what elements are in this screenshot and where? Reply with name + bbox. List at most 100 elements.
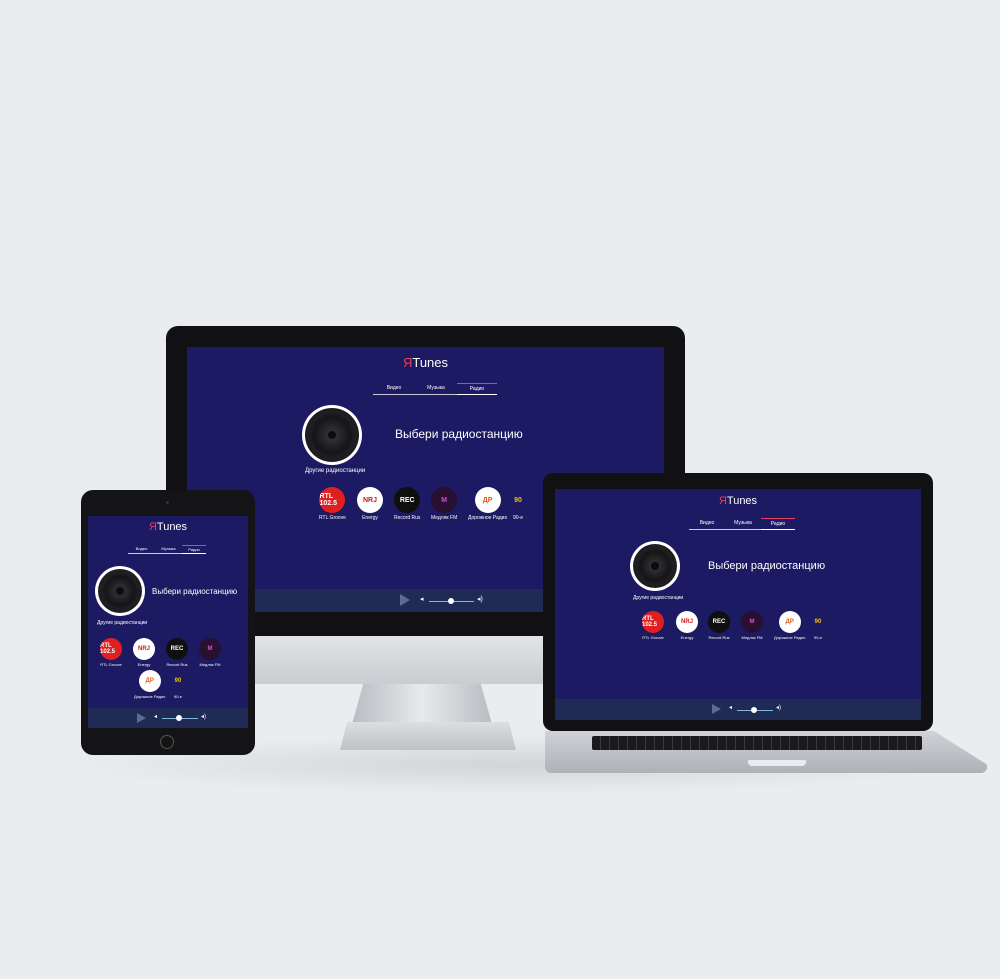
monitor-stand bbox=[352, 684, 492, 724]
tab-video[interactable]: Видео bbox=[128, 545, 155, 554]
energy-logo-icon[interactable]: NRJ bbox=[133, 638, 155, 660]
speaker-icon bbox=[95, 566, 145, 616]
volume-knob[interactable] bbox=[751, 707, 757, 713]
page-heading: Выбери радиостанцию bbox=[708, 560, 826, 572]
station-label: Медляк FM bbox=[741, 635, 763, 640]
other-stations-label: Другие радиостанции bbox=[97, 620, 148, 626]
station-label: RTL Groove bbox=[319, 515, 346, 521]
laptop-keyboard bbox=[592, 736, 922, 750]
energy-logo-icon[interactable]: NRJ bbox=[357, 487, 383, 513]
station-label: 90-е bbox=[512, 515, 523, 521]
radio90-logo-icon[interactable]: 90 bbox=[505, 487, 531, 513]
station-item[interactable]: M Медляк FM bbox=[741, 611, 763, 640]
play-icon[interactable] bbox=[712, 704, 721, 714]
speaker-icon bbox=[630, 541, 680, 591]
station-label: Energy bbox=[362, 515, 378, 521]
station-item[interactable]: 90 90-е bbox=[505, 487, 531, 521]
volume-low-icon: ◂ bbox=[420, 596, 424, 603]
station-item[interactable]: NRJ Energy bbox=[133, 638, 155, 667]
energy-logo-icon[interactable]: NRJ bbox=[676, 611, 698, 633]
station-label: Record Rus bbox=[708, 635, 730, 640]
other-stations-label: Другие радиостанции bbox=[305, 468, 366, 474]
player-bar: ◂ ◂) bbox=[88, 708, 248, 728]
station-label: Record Rus bbox=[166, 662, 188, 667]
tab-radio[interactable]: Радио bbox=[182, 545, 206, 554]
station-label: Energy bbox=[137, 662, 151, 667]
station-item[interactable]: ДР Дорожное Радио bbox=[774, 611, 805, 640]
medlyak-logo-icon[interactable]: M bbox=[741, 611, 763, 633]
station-label: RTL Groove bbox=[100, 662, 122, 667]
volume-high-icon: ◂) bbox=[776, 705, 782, 711]
record-logo-icon[interactable]: REC bbox=[708, 611, 730, 633]
tablet-device: ЯTunes Видео Музыка Радио Выбери радиост… bbox=[81, 490, 255, 755]
volume-low-icon: ◂ bbox=[729, 705, 733, 711]
tab-music[interactable]: Музыка bbox=[415, 383, 457, 395]
station-label: RTL Groove bbox=[642, 635, 664, 640]
volume-low-icon: ◂ bbox=[154, 714, 158, 720]
tab-music[interactable]: Музыка bbox=[155, 545, 182, 554]
tab-video[interactable]: Видео bbox=[689, 518, 725, 530]
station-label: Дорожное Радио bbox=[134, 694, 166, 699]
tab-radio[interactable]: Радио bbox=[761, 518, 795, 530]
dorozhnoe-logo-icon[interactable]: ДР bbox=[778, 611, 801, 633]
station-item[interactable]: M Медляк FM bbox=[199, 638, 221, 667]
station-item[interactable]: NRJ Energy bbox=[357, 487, 383, 521]
tab-bar: Видео Музыка Радио bbox=[689, 518, 795, 530]
radio90-logo-icon[interactable]: 90 bbox=[167, 670, 189, 692]
app-logo: ЯTunes bbox=[148, 521, 188, 533]
tab-bar: Видео Музыка Радио bbox=[128, 545, 206, 554]
tab-music[interactable]: Музыка bbox=[725, 518, 761, 530]
page-heading: Выбери радиостанцию bbox=[395, 427, 523, 441]
station-label: 90-е bbox=[813, 635, 822, 640]
record-logo-icon[interactable]: REC bbox=[394, 487, 421, 513]
speaker-icon bbox=[302, 405, 362, 465]
app-logo: ЯTunes bbox=[718, 495, 758, 507]
station-item[interactable]: 90 90-е bbox=[167, 670, 189, 699]
station-item[interactable]: REC Record Rus bbox=[166, 638, 188, 667]
tablet-screen: ЯTunes Видео Музыка Радио Выбери радиост… bbox=[88, 516, 248, 728]
laptop-device: ЯTunes Видео Музыка Радио Выбери радиост… bbox=[543, 473, 933, 731]
station-item[interactable]: RTL 102.5 RTL Groove bbox=[319, 487, 346, 521]
play-icon[interactable] bbox=[137, 713, 146, 723]
rtl-logo-icon[interactable]: RTL 102.5 bbox=[319, 487, 346, 513]
station-label: 90-е bbox=[173, 694, 182, 699]
monitor-stand-base bbox=[340, 722, 516, 750]
tab-radio[interactable]: Радио bbox=[457, 383, 497, 395]
station-item[interactable]: 90 90-е bbox=[807, 611, 829, 640]
tablet-home-button[interactable] bbox=[160, 735, 174, 749]
app-logo: ЯTunes bbox=[402, 355, 449, 370]
station-label: Record Rus bbox=[394, 515, 421, 521]
tablet-camera bbox=[166, 501, 169, 504]
play-icon[interactable] bbox=[400, 594, 410, 606]
tab-bar: Видео Музыка Радио bbox=[373, 383, 497, 395]
station-label: Медляк FM bbox=[199, 662, 221, 667]
rtl-logo-icon[interactable]: RTL 102.5 bbox=[100, 638, 122, 660]
rtl-logo-icon[interactable]: RTL 102.5 bbox=[642, 611, 664, 633]
station-item[interactable]: M Медляк FM bbox=[431, 487, 457, 521]
radio90-logo-icon[interactable]: 90 bbox=[807, 611, 829, 633]
station-item[interactable]: RTL 102.5 RTL Groove bbox=[642, 611, 664, 640]
volume-high-icon: ◂) bbox=[477, 596, 483, 603]
medlyak-logo-icon[interactable]: M bbox=[199, 638, 221, 660]
station-item[interactable]: RTL 102.5 RTL Groove bbox=[100, 638, 122, 667]
volume-knob[interactable] bbox=[176, 715, 182, 721]
volume-knob[interactable] bbox=[448, 598, 454, 604]
station-item[interactable]: ДР Дорожное Радио bbox=[468, 487, 507, 521]
station-label: Дорожное Радио bbox=[774, 635, 806, 640]
laptop-screen: ЯTunes Видео Музыка Радио Выбери радиост… bbox=[555, 489, 921, 720]
station-item[interactable]: REC Record Rus bbox=[394, 487, 420, 521]
page-heading: Выбери радиостанцию bbox=[152, 587, 238, 596]
station-label: Дорожное Радио bbox=[468, 515, 508, 521]
player-bar: ◂ ◂) bbox=[555, 699, 921, 720]
station-item[interactable]: REC Record Rus bbox=[708, 611, 730, 640]
station-label: Медляк FM bbox=[431, 515, 458, 521]
station-item[interactable]: ДР Дорожное Радио bbox=[134, 670, 165, 699]
dorozhnoe-logo-icon[interactable]: ДР bbox=[138, 670, 161, 692]
tab-video[interactable]: Видео bbox=[373, 383, 415, 395]
dorozhnoe-logo-icon[interactable]: ДР bbox=[474, 487, 501, 513]
station-item[interactable]: NRJ Energy bbox=[676, 611, 698, 640]
medlyak-logo-icon[interactable]: M bbox=[431, 487, 458, 513]
station-label: Energy bbox=[680, 635, 694, 640]
record-logo-icon[interactable]: REC bbox=[166, 638, 188, 660]
laptop-trackpad-notch bbox=[748, 760, 806, 766]
